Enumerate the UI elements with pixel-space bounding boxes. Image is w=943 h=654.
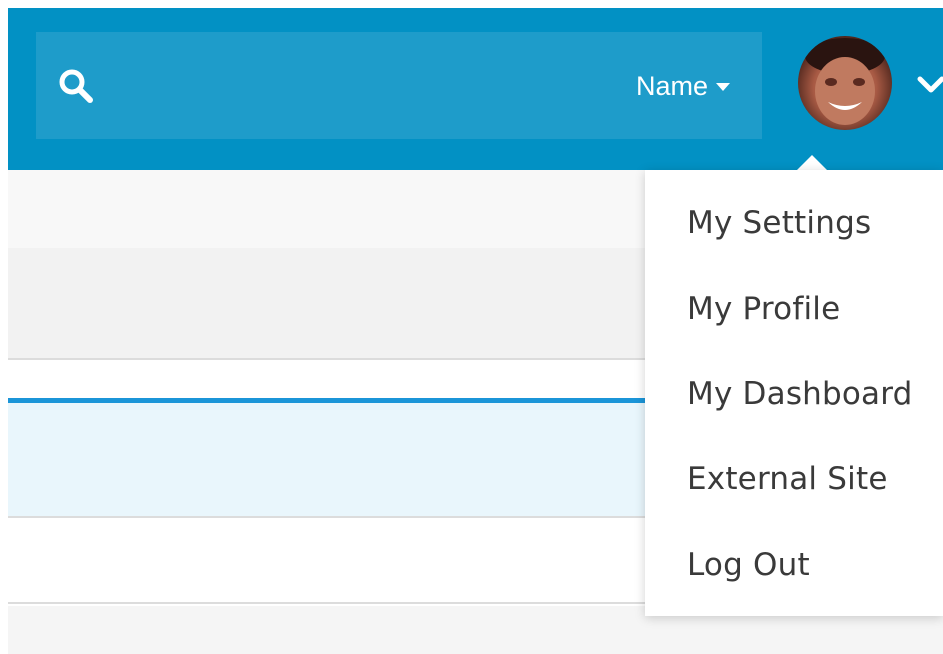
avatar[interactable]: [798, 36, 892, 130]
menu-item-my-profile[interactable]: My Profile: [645, 274, 943, 344]
search-input[interactable]: [108, 52, 588, 118]
user-menu: My Settings My Profile My Dashboard Exte…: [645, 170, 943, 616]
search-icon[interactable]: [56, 66, 96, 106]
dropdown-pointer: [796, 155, 828, 171]
caret-down-icon: [716, 83, 730, 91]
chevron-down-icon[interactable]: [916, 70, 943, 100]
avatar-image: [805, 38, 885, 125]
search-filter-dropdown[interactable]: Name: [636, 66, 730, 106]
menu-item-external-site[interactable]: External Site: [645, 444, 943, 514]
top-header: Name: [8, 8, 943, 170]
search-filter-label: Name: [635, 70, 708, 101]
menu-item-my-dashboard[interactable]: My Dashboard: [645, 359, 943, 429]
menu-item-my-settings[interactable]: My Settings: [645, 188, 943, 258]
search-bar[interactable]: Name: [36, 32, 762, 139]
app-window: Name My Settings My Profile My Dashboard…: [0, 0, 943, 654]
menu-item-log-out[interactable]: Log Out: [645, 530, 943, 600]
